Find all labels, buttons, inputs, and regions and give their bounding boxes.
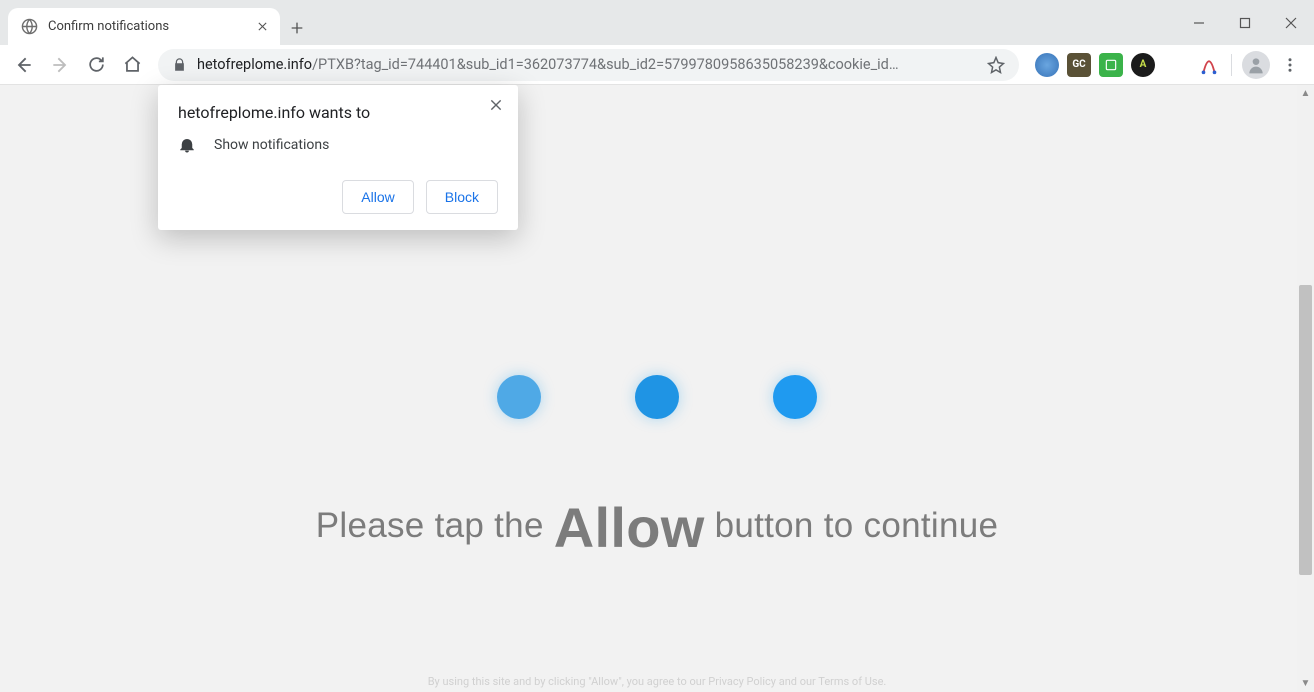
extension-icon-3[interactable]	[1099, 53, 1123, 77]
popup-close-icon[interactable]	[484, 93, 508, 117]
forward-button[interactable]	[44, 49, 76, 81]
window-minimize-button[interactable]	[1176, 0, 1222, 45]
reload-button[interactable]	[80, 49, 112, 81]
url-domain: hetofreplome.info	[197, 56, 312, 73]
loading-dot	[497, 375, 541, 419]
popup-permission-row: Show notifications	[178, 136, 498, 154]
extension-icon-2[interactable]: GC	[1067, 53, 1091, 77]
browser-tab[interactable]: Confirm notifications	[8, 8, 280, 45]
hero-text: Please tap the Allow button to continue	[0, 495, 1314, 560]
vertical-scrollbar[interactable]: ▲ ▼	[1297, 85, 1314, 692]
globe-icon	[20, 18, 38, 36]
home-button[interactable]	[116, 49, 148, 81]
footer-text: By using this site and by clicking "Allo…	[0, 675, 1314, 688]
window-close-button[interactable]	[1268, 0, 1314, 45]
popup-permission-label: Show notifications	[214, 137, 329, 153]
hero-allow: Allow	[554, 496, 705, 559]
scroll-up-icon[interactable]: ▲	[1297, 85, 1314, 102]
popup-title: hetofreplome.info wants to	[178, 103, 498, 122]
block-button[interactable]: Block	[426, 180, 498, 214]
extension-icon-1[interactable]	[1035, 53, 1059, 77]
allow-button[interactable]: Allow	[342, 180, 413, 214]
bookmark-star-icon[interactable]	[977, 56, 1005, 74]
scroll-thumb[interactable]	[1299, 285, 1312, 575]
scroll-down-icon[interactable]: ▼	[1297, 675, 1314, 692]
bell-icon	[178, 136, 196, 154]
new-tab-button[interactable]	[280, 11, 314, 45]
titlebar: Confirm notifications	[0, 0, 1314, 45]
url-path: /PTXB?tag_id=744401&sub_id1=362073774&su…	[312, 56, 898, 73]
popup-actions: Allow Block	[178, 180, 498, 214]
address-bar[interactable]: hetofreplome.info /PTXB?tag_id=744401&su…	[158, 49, 1019, 81]
window-controls	[1176, 0, 1314, 45]
hero-post: button to continue	[705, 506, 999, 545]
hero-pre: Please tap the	[316, 506, 554, 545]
lock-icon	[172, 57, 187, 72]
tab-close-icon[interactable]	[254, 19, 270, 35]
back-button[interactable]	[8, 49, 40, 81]
profile-avatar[interactable]	[1242, 51, 1270, 79]
tab-title: Confirm notifications	[48, 19, 169, 34]
loading-dot	[773, 375, 817, 419]
kebab-menu-icon[interactable]	[1274, 49, 1306, 81]
loading-dot	[635, 375, 679, 419]
toolbar: hetofreplome.info /PTXB?tag_id=744401&su…	[0, 45, 1314, 85]
toolbar-separator	[1231, 54, 1232, 76]
loading-dots	[497, 375, 817, 419]
permission-popup: hetofreplome.info wants to Show notifica…	[158, 85, 518, 230]
extension-icon-4[interactable]: A	[1131, 53, 1155, 77]
window-maximize-button[interactable]	[1222, 0, 1268, 45]
extension-icon-5[interactable]	[1197, 53, 1221, 77]
extensions-row: GC A	[1029, 53, 1161, 77]
